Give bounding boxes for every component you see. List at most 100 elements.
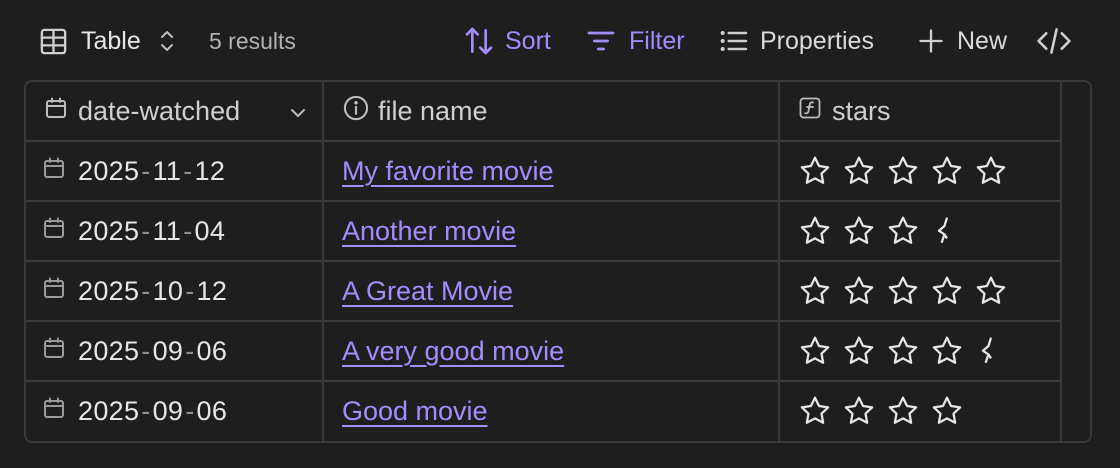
date-cell[interactable]: 2025-09-06 bbox=[42, 382, 318, 440]
calendar-icon bbox=[44, 95, 68, 128]
sort-button[interactable]: Sort bbox=[463, 22, 551, 60]
date-separator: - bbox=[141, 275, 151, 306]
date-separator: - bbox=[141, 215, 151, 246]
star-icon bbox=[842, 274, 876, 308]
star-icon bbox=[798, 274, 832, 308]
half-star-icon bbox=[930, 214, 964, 248]
column-divider bbox=[1060, 82, 1062, 441]
date-month: 09 bbox=[152, 395, 184, 426]
star-rating bbox=[798, 154, 1008, 188]
file-name-cell: A very good movie bbox=[342, 322, 772, 380]
new-button[interactable]: New bbox=[917, 22, 1007, 60]
plus-icon bbox=[917, 27, 945, 55]
date-day: 12 bbox=[194, 155, 226, 186]
table-icon bbox=[38, 26, 69, 57]
view-switcher[interactable]: Table bbox=[38, 22, 177, 60]
date-separator: - bbox=[141, 395, 151, 426]
date-separator: - bbox=[185, 395, 195, 426]
star-icon bbox=[930, 274, 964, 308]
bases-toolbar: Table 5 results Sort Filter Properties N… bbox=[0, 0, 1120, 82]
column-header-stars[interactable]: stars bbox=[798, 82, 1058, 140]
date-month: 11 bbox=[152, 155, 182, 186]
stars-cell bbox=[798, 262, 1058, 320]
table-row[interactable]: 2025-10-12 A Great Movie bbox=[26, 262, 1062, 322]
date-year: 2025 bbox=[78, 215, 140, 246]
star-icon bbox=[842, 214, 876, 248]
file-link[interactable]: Another movie bbox=[342, 216, 516, 247]
result-count: 5 results bbox=[209, 27, 296, 54]
date-cell[interactable]: 2025-10-12 bbox=[42, 262, 318, 320]
date-separator: - bbox=[141, 335, 151, 366]
date-day: 12 bbox=[196, 275, 228, 306]
date-day: 06 bbox=[196, 335, 228, 366]
star-icon bbox=[886, 214, 920, 248]
file-link[interactable]: A Great Movie bbox=[342, 276, 513, 307]
date-month: 09 bbox=[152, 335, 184, 366]
date-separator: - bbox=[183, 155, 193, 186]
star-icon bbox=[974, 274, 1008, 308]
star-icon bbox=[974, 154, 1008, 188]
file-name-cell: My favorite movie bbox=[342, 142, 772, 200]
code-icon bbox=[1036, 25, 1072, 57]
code-view-button[interactable] bbox=[1036, 22, 1072, 60]
date-year: 2025 bbox=[78, 155, 140, 186]
star-icon bbox=[842, 154, 876, 188]
file-link[interactable]: A very good movie bbox=[342, 336, 564, 367]
date-year: 2025 bbox=[78, 275, 140, 306]
filter-label: Filter bbox=[629, 26, 685, 55]
star-icon bbox=[798, 394, 832, 428]
calendar-icon bbox=[42, 275, 66, 308]
date-separator: - bbox=[185, 275, 195, 306]
column-header-date-watched[interactable]: date-watched bbox=[44, 82, 324, 140]
star-icon bbox=[886, 334, 920, 368]
date-year: 2025 bbox=[78, 395, 140, 426]
star-rating bbox=[798, 394, 964, 428]
column-header-label: date-watched bbox=[78, 95, 241, 126]
new-label: New bbox=[957, 26, 1008, 55]
table-row[interactable]: 2025-11-12 My favorite movie bbox=[26, 142, 1062, 202]
star-icon bbox=[798, 214, 832, 248]
column-header-label: stars bbox=[832, 95, 891, 126]
star-icon bbox=[930, 334, 964, 368]
table-row[interactable]: 2025-09-06 A very good movie bbox=[26, 322, 1062, 382]
calendar-icon bbox=[42, 155, 66, 188]
file-link[interactable]: My favorite movie bbox=[342, 156, 554, 187]
bases-table: date-watched file name stars 2025 - 11 -… bbox=[24, 80, 1092, 443]
properties-label: Properties bbox=[760, 26, 874, 55]
half-star-icon bbox=[974, 334, 1008, 368]
table-row[interactable]: 2025-09-06 Good movie bbox=[26, 382, 1062, 441]
list-icon bbox=[718, 25, 750, 57]
filter-button[interactable]: Filter bbox=[585, 22, 685, 60]
stars-cell bbox=[798, 142, 1058, 200]
star-icon bbox=[798, 334, 832, 368]
star-icon bbox=[886, 394, 920, 428]
chevron-up-down-icon bbox=[157, 28, 177, 54]
star-icon bbox=[886, 154, 920, 188]
calendar-icon bbox=[42, 215, 66, 248]
stars-cell bbox=[798, 382, 1058, 440]
file-name-cell: Another movie bbox=[342, 202, 772, 260]
file-name-cell: Good movie bbox=[342, 382, 772, 440]
star-icon bbox=[930, 154, 964, 188]
properties-button[interactable]: Properties bbox=[718, 22, 874, 60]
star-rating bbox=[798, 334, 1008, 368]
date-cell[interactable]: 2025-11-12 bbox=[42, 142, 318, 200]
calendar-icon bbox=[42, 395, 66, 428]
star-rating bbox=[798, 214, 964, 248]
star-rating bbox=[798, 274, 1008, 308]
star-icon bbox=[886, 274, 920, 308]
file-link[interactable]: Good movie bbox=[342, 396, 488, 427]
date-cell[interactable]: 2025-09-06 bbox=[42, 322, 318, 380]
date-year: 2025 bbox=[78, 335, 140, 366]
chevron-down-icon[interactable] bbox=[288, 96, 308, 127]
view-label: Table bbox=[81, 26, 141, 55]
table-row[interactable]: 2025-11-04 Another movie bbox=[26, 202, 1062, 262]
column-header-file-name[interactable]: file name bbox=[342, 82, 782, 140]
date-day: 06 bbox=[196, 395, 228, 426]
table-header-row: date-watched file name stars bbox=[26, 82, 1062, 142]
date-separator: - bbox=[185, 335, 195, 366]
date-day: 04 bbox=[194, 215, 226, 246]
info-icon bbox=[342, 94, 370, 129]
date-cell[interactable]: 2025-11-04 bbox=[42, 202, 318, 260]
filter-icon bbox=[585, 25, 617, 57]
